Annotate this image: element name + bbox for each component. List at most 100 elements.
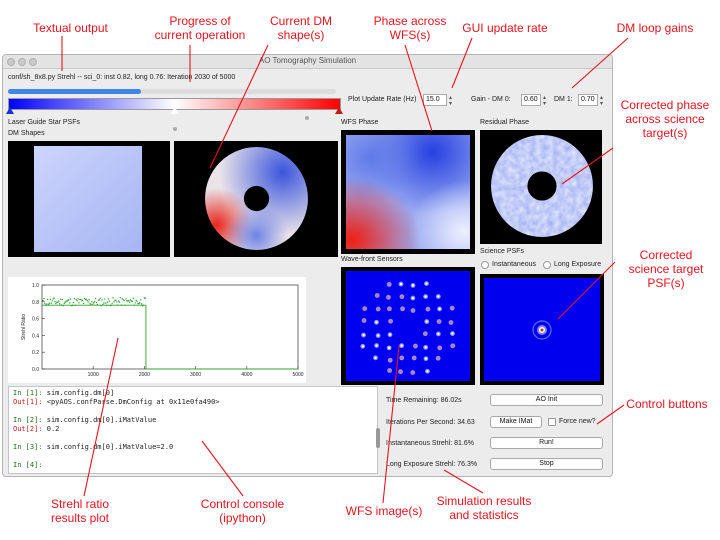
wfs-spot <box>424 332 427 335</box>
wfs-spot <box>401 307 404 311</box>
title-bar[interactable]: AO Tomography Simulation <box>3 55 612 69</box>
plot-rate-input[interactable]: 15.0 <box>423 94 447 106</box>
strehl-instantaneous-point <box>69 298 72 300</box>
dm0-shape-frame <box>8 141 170 257</box>
annotation-progress: Progress of current operation <box>154 14 246 42</box>
strehl-instantaneous-point <box>113 301 115 303</box>
instantaneous-radio-label: Instantaneous <box>492 261 536 268</box>
progress-bar <box>8 89 336 94</box>
strehl-instantaneous-point <box>119 296 122 299</box>
long-exposure-radio[interactable] <box>543 261 551 269</box>
wfs-spot <box>451 344 454 347</box>
colorbar-min-handle[interactable] <box>6 107 14 114</box>
strehl-instantaneous-point <box>134 302 136 304</box>
annotation-corrected-psf: Corrected science target PSF(s) <box>628 248 704 290</box>
science-psf-frame <box>480 274 604 385</box>
wfs-spot <box>413 356 416 360</box>
strehl-instantaneous-point <box>61 298 64 301</box>
console-text: sim.config.dm[0] <box>42 389 115 397</box>
wfs-spot <box>374 356 377 360</box>
wfs-spot <box>438 307 441 311</box>
colorbar-max-handle[interactable] <box>335 107 343 114</box>
strehl-instantaneous-point <box>48 302 51 304</box>
make-imat-button[interactable]: Make IMat <box>490 416 542 428</box>
wfs-spot <box>436 357 440 360</box>
residual-phase-image <box>490 134 594 238</box>
console-text: 0.2 <box>42 425 60 433</box>
dm1-gain-stepper-icon[interactable]: ▴ ▾ <box>600 95 603 107</box>
residual-phase-frame <box>480 130 602 244</box>
wfs-sensors-image <box>346 271 470 381</box>
strehl-instantaneous-point <box>93 302 95 304</box>
splitter-handle[interactable] <box>173 127 177 131</box>
wfs-spot <box>389 320 392 323</box>
console-prompt: In [3]: <box>13 443 43 451</box>
dm1-gain-input[interactable]: 0.70 <box>578 94 598 106</box>
wfs-spot <box>399 282 403 286</box>
annotation-gui-rate: GUI update rate <box>462 21 548 35</box>
strehl-instantaneous-point <box>104 302 107 304</box>
console-line: Out[2]: 0.2 <box>13 425 373 434</box>
science-psfs-label: Science PSFs <box>480 248 524 255</box>
strehl-instantaneous-point <box>140 299 142 301</box>
strehl-instantaneous-point <box>132 297 135 299</box>
annotation-corrected-phase: Corrected phase across science target(s) <box>620 98 710 140</box>
wfs-spot <box>426 370 429 373</box>
wfs-sensors-frame <box>341 267 475 385</box>
strehl-instantaneous-point <box>140 303 143 305</box>
wfs-spot <box>388 369 391 372</box>
wfs-spot <box>376 334 380 337</box>
force-new-checkbox[interactable] <box>548 418 556 426</box>
wfs-spot <box>400 295 404 298</box>
strehl-instantaneous-point <box>57 300 60 302</box>
wfs-spot <box>438 346 441 350</box>
splitter-handle-2[interactable] <box>305 116 309 120</box>
instantaneous-radio[interactable] <box>481 261 489 269</box>
wfs-spot <box>362 319 366 322</box>
wfs-spot <box>424 357 428 360</box>
dm0-gain-input[interactable]: 0.60 <box>521 94 541 106</box>
ao-init-button[interactable]: AO Init <box>490 394 603 406</box>
annotation-dm-gains: DM loop gains <box>616 21 694 35</box>
annotation-strehl-plot: Strehl ratio results plot <box>50 497 110 525</box>
strehl-instantaneous-point <box>57 301 59 303</box>
run-button[interactable]: Run! <box>490 437 603 449</box>
strehl-instantaneous-point <box>75 298 77 301</box>
strehl-instantaneous-point <box>42 299 44 302</box>
strehl-instantaneous-point <box>94 297 97 300</box>
console-scrollbar[interactable] <box>376 428 380 448</box>
strehl-plot: 0.0 0.2 0.4 0.6 0.8 1.0 1000 2000 3000 4000 5000 St… <box>8 277 306 383</box>
dm0-gain-stepper-icon[interactable]: ▴ ▾ <box>543 95 546 107</box>
wfs-spot <box>387 346 391 350</box>
wfs-spot <box>437 332 440 336</box>
wfs-spot <box>389 359 392 362</box>
wfs-spot <box>363 307 366 310</box>
strehl-instantaneous-point <box>144 297 147 300</box>
annotation-textual-output: Textual output <box>33 21 108 35</box>
strehl-instantaneous-point <box>108 300 111 302</box>
strehl-instantaneous-point <box>73 298 76 300</box>
console-line: In [4]: <box>13 461 373 470</box>
stop-button[interactable]: Stop <box>490 458 603 470</box>
plot-rate-stepper-icon[interactable]: ▴ ▾ <box>449 95 452 107</box>
strehl-instantaneous-point <box>68 299 70 301</box>
wfs-spot <box>425 282 428 285</box>
strehl-instantaneous-point <box>82 302 85 305</box>
wfs-spot <box>424 346 427 349</box>
strehl-instantaneous-point <box>118 301 121 303</box>
strehl-instantaneous-point <box>98 299 100 301</box>
wfs-spot <box>388 283 391 286</box>
wfs-spot <box>451 306 454 310</box>
x-tick-label: 4000 <box>241 372 252 378</box>
ipython-console[interactable]: In [1]: sim.config.dm[0] Out[1]: <pyAOS.c… <box>8 386 378 474</box>
annotation-wfs-image: WFS image(s) <box>345 504 423 518</box>
wfs-spot <box>411 284 415 287</box>
y-tick-label: 0.2 <box>32 350 39 356</box>
wfs-spot <box>399 370 402 373</box>
console-line: Out[1]: <pyAOS.confParse.DmConfig at 0x1… <box>13 398 373 407</box>
residual-phase-label: Residual Phase <box>480 119 530 126</box>
wfs-spot <box>361 345 364 348</box>
strehl-instantaneous-point <box>46 298 49 301</box>
time-remaining: Time Remaining: 86.02s <box>386 397 462 404</box>
strehl-instantaneous-point <box>106 301 109 303</box>
